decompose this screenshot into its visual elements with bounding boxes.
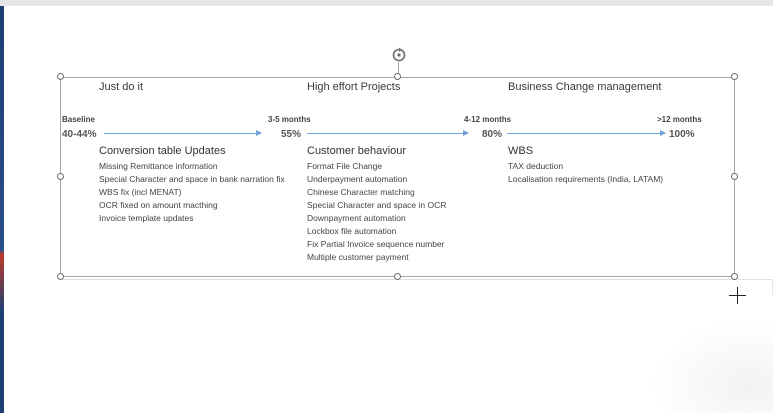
left-accent-bar	[0, 6, 4, 413]
list-item: TAX deduction	[508, 161, 564, 171]
milestone-label-4-12-months: 4-12 months	[464, 115, 512, 124]
phase-title-business-change: Business Change management	[508, 81, 662, 93]
milestone-value-3-5-months: 55%	[281, 129, 302, 140]
move-crosshair-icon	[729, 287, 746, 304]
list-item: Lockbox file automation	[307, 226, 397, 236]
list-item: OCR fixed on amount macthing	[99, 200, 218, 210]
group-title-customer-behaviour: Customer behaviour	[307, 145, 407, 157]
wbs-list: TAX deduction Localisation requirements …	[508, 160, 663, 186]
progress-arrow-3	[507, 130, 666, 136]
phase-title-just-do-it: Just do it	[99, 81, 144, 93]
group-title-wbs: WBS	[508, 145, 534, 157]
background-smudge	[650, 320, 773, 413]
milestone-label-3-5-months: 3-5 months	[268, 115, 311, 124]
resize-handle-middle-right[interactable]	[731, 173, 738, 180]
list-item: Fix Partial Invoice sequence number	[307, 239, 445, 249]
milestone-label-baseline: Baseline	[62, 115, 95, 124]
resize-handle-bottom-right[interactable]	[731, 273, 738, 280]
resize-handle-top-center[interactable]	[394, 73, 401, 80]
group-title-conversion-table: Conversion table Updates	[99, 145, 226, 157]
list-item: Chinese Character matching	[307, 187, 415, 197]
rotate-handle-icon[interactable]	[391, 46, 407, 62]
resize-handle-bottom-center[interactable]	[394, 273, 401, 280]
list-item: WBS fix (incl MENAT)	[99, 187, 182, 197]
customer-behaviour-list: Format File Change Underpayment automati…	[307, 160, 446, 264]
resize-handle-top-left[interactable]	[57, 73, 64, 80]
phase-title-high-effort: High effort Projects	[307, 81, 401, 93]
milestone-value-4-12-months: 80%	[482, 129, 503, 140]
milestone-label-12-plus-months: >12 months	[657, 115, 702, 124]
milestone-value-baseline: 40-44%	[62, 129, 97, 140]
shape-outline-shadow	[62, 279, 773, 295]
progress-arrow-1	[104, 130, 262, 136]
list-item: Missing Remittance information	[99, 161, 218, 171]
resize-handle-middle-left[interactable]	[57, 173, 64, 180]
top-bar	[0, 0, 773, 6]
list-item: Downpayment automation	[307, 213, 406, 223]
resize-handle-top-right[interactable]	[731, 73, 738, 80]
list-item: Invoice template updates	[99, 213, 194, 223]
progress-arrow-2	[307, 130, 469, 136]
list-item: Underpayment automation	[307, 174, 408, 184]
list-item: Localisation requirements (India, LATAM)	[508, 174, 664, 184]
list-item: Special Character and space in OCR	[307, 200, 447, 210]
list-item: Multiple customer payment	[307, 252, 409, 262]
list-item: Special Character and space in bank narr…	[99, 174, 285, 184]
conversion-table-list: Missing Remittance information Special C…	[99, 160, 285, 225]
milestone-value-12-plus-months: 100%	[669, 129, 695, 140]
list-item: Format File Change	[307, 161, 383, 171]
resize-handle-bottom-left[interactable]	[57, 273, 64, 280]
